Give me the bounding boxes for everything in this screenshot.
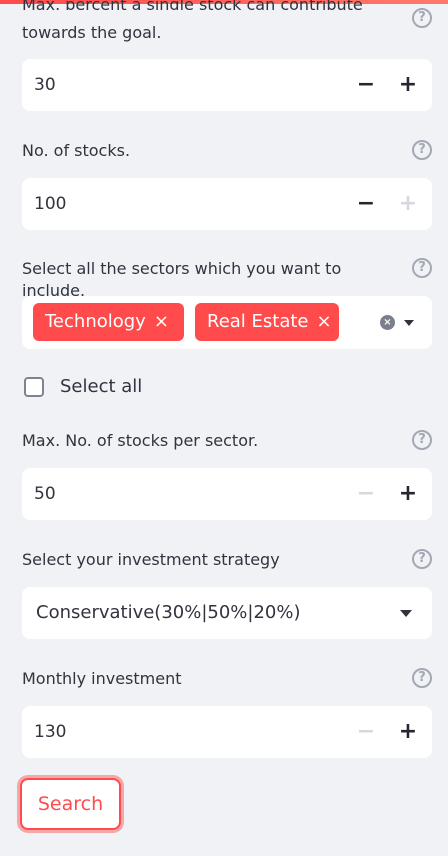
goal-contribution-value[interactable]: 30 (34, 59, 56, 111)
goal-contribution-increment-button[interactable]: + (388, 59, 428, 111)
search-button[interactable]: Search (20, 778, 121, 830)
monthly-investment-label: Monthly investment (22, 669, 182, 688)
max-per-sector-label-row: Max. No. of stocks per sector. ? (22, 430, 432, 452)
strategy-label: Select your investment strategy (22, 550, 280, 569)
help-icon[interactable]: ? (412, 549, 432, 569)
num-stocks-label-row: No. of stocks. ? (22, 140, 432, 162)
select-all-label[interactable]: Select all (60, 375, 142, 399)
sector-tag-technology: Technology × (33, 303, 184, 341)
num-stocks-input[interactable]: 100 − + (22, 178, 432, 230)
monthly-investment-input[interactable]: 130 − + (22, 706, 432, 758)
goal-contribution-decrement-button[interactable]: − (346, 59, 386, 111)
close-icon[interactable]: × (317, 303, 332, 341)
select-all-checkbox[interactable] (24, 377, 44, 397)
help-icon[interactable]: ? (412, 140, 432, 160)
monthly-investment-increment-button[interactable]: + (388, 706, 428, 758)
close-icon[interactable]: × (154, 303, 169, 341)
help-icon[interactable]: ? (412, 258, 432, 278)
help-icon[interactable]: ? (412, 668, 432, 688)
goal-contribution-label: Max. percent a single stock can contribu… (22, 0, 432, 44)
max-per-sector-input[interactable]: 50 − + (22, 468, 432, 520)
monthly-investment-value[interactable]: 130 (34, 706, 66, 758)
max-per-sector-decrement-button: − (356, 481, 376, 506)
chevron-down-icon[interactable] (400, 610, 412, 617)
goal-contribution-label-partial: Max. percent a single stock can contribu… (22, 0, 363, 10)
max-per-sector-label: Max. No. of stocks per sector. (22, 431, 259, 450)
goal-contribution-label-tail: towards the goal. (22, 23, 162, 42)
strategy-selected-value[interactable]: Conservative(30%|50%|20%) (36, 587, 301, 639)
num-stocks-value[interactable]: 100 (34, 178, 66, 230)
num-stocks-decrement-button[interactable]: − (346, 178, 386, 230)
sector-tag-real-estate: Real Estate × (195, 303, 339, 341)
num-stocks-increment-button: + (398, 191, 418, 216)
sectors-multiselect[interactable]: Technology × Real Estate × × (22, 296, 432, 349)
clear-all-icon[interactable]: × (380, 315, 395, 330)
goal-contribution-input[interactable]: 30 − + (22, 59, 432, 111)
help-icon[interactable]: ? (412, 430, 432, 450)
strategy-select[interactable]: Conservative(30%|50%|20%) (22, 587, 432, 639)
monthly-investment-decrement-button: − (356, 719, 376, 744)
monthly-investment-label-row: Monthly investment ? (22, 668, 432, 690)
num-stocks-label: No. of stocks. (22, 141, 131, 160)
strategy-label-row: Select your investment strategy ? (22, 549, 432, 571)
sector-tag-label: Technology (45, 311, 146, 332)
max-per-sector-increment-button[interactable]: + (388, 468, 428, 520)
max-per-sector-value[interactable]: 50 (34, 468, 56, 520)
sector-tag-label: Real Estate (207, 311, 309, 332)
help-icon[interactable]: ? (412, 8, 432, 28)
chevron-down-icon[interactable] (404, 320, 414, 326)
